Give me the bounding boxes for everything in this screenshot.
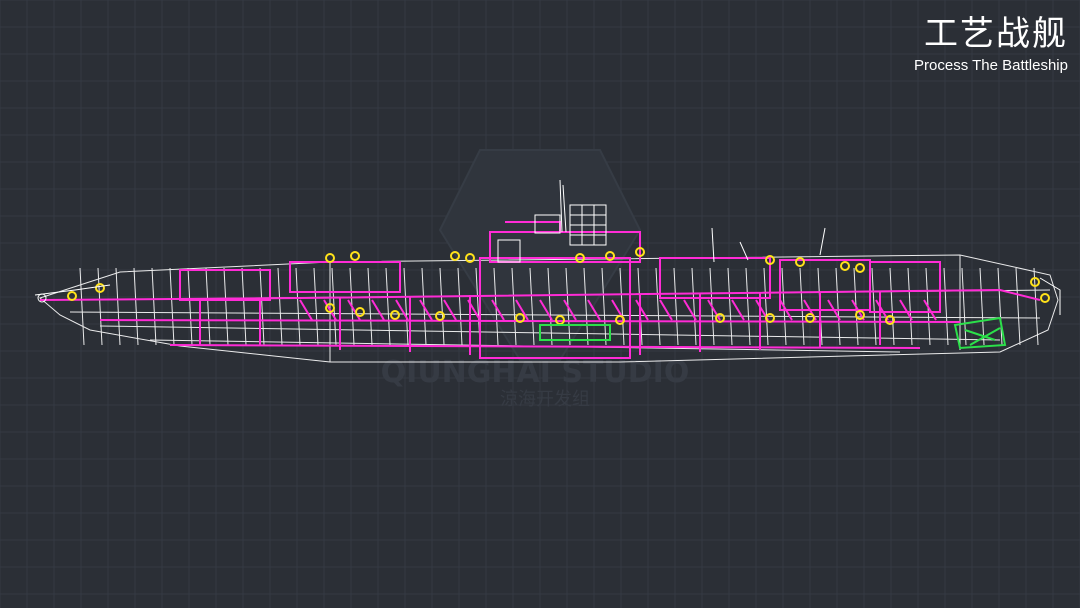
turret-2 bbox=[95, 283, 105, 293]
turret-13 bbox=[855, 263, 865, 273]
viewport: QIUNGHAI STUDIO 涼海开发组 工艺战舰 Process The B… bbox=[0, 0, 1080, 608]
turret-16 bbox=[390, 310, 400, 320]
turret-5 bbox=[450, 251, 460, 261]
title-english: Process The Battleship bbox=[914, 57, 1068, 74]
title-block: 工艺战舰 Process The Battleship bbox=[914, 14, 1068, 76]
turret-19 bbox=[555, 315, 565, 325]
title-chinese: 工艺战舰 bbox=[924, 14, 1068, 54]
turret-15 bbox=[355, 307, 365, 317]
turret-12 bbox=[840, 261, 850, 271]
turret-3 bbox=[325, 253, 335, 263]
battleship-wireframe bbox=[34, 179, 1061, 363]
turret-4 bbox=[350, 251, 360, 261]
turret-27 bbox=[1040, 293, 1050, 303]
